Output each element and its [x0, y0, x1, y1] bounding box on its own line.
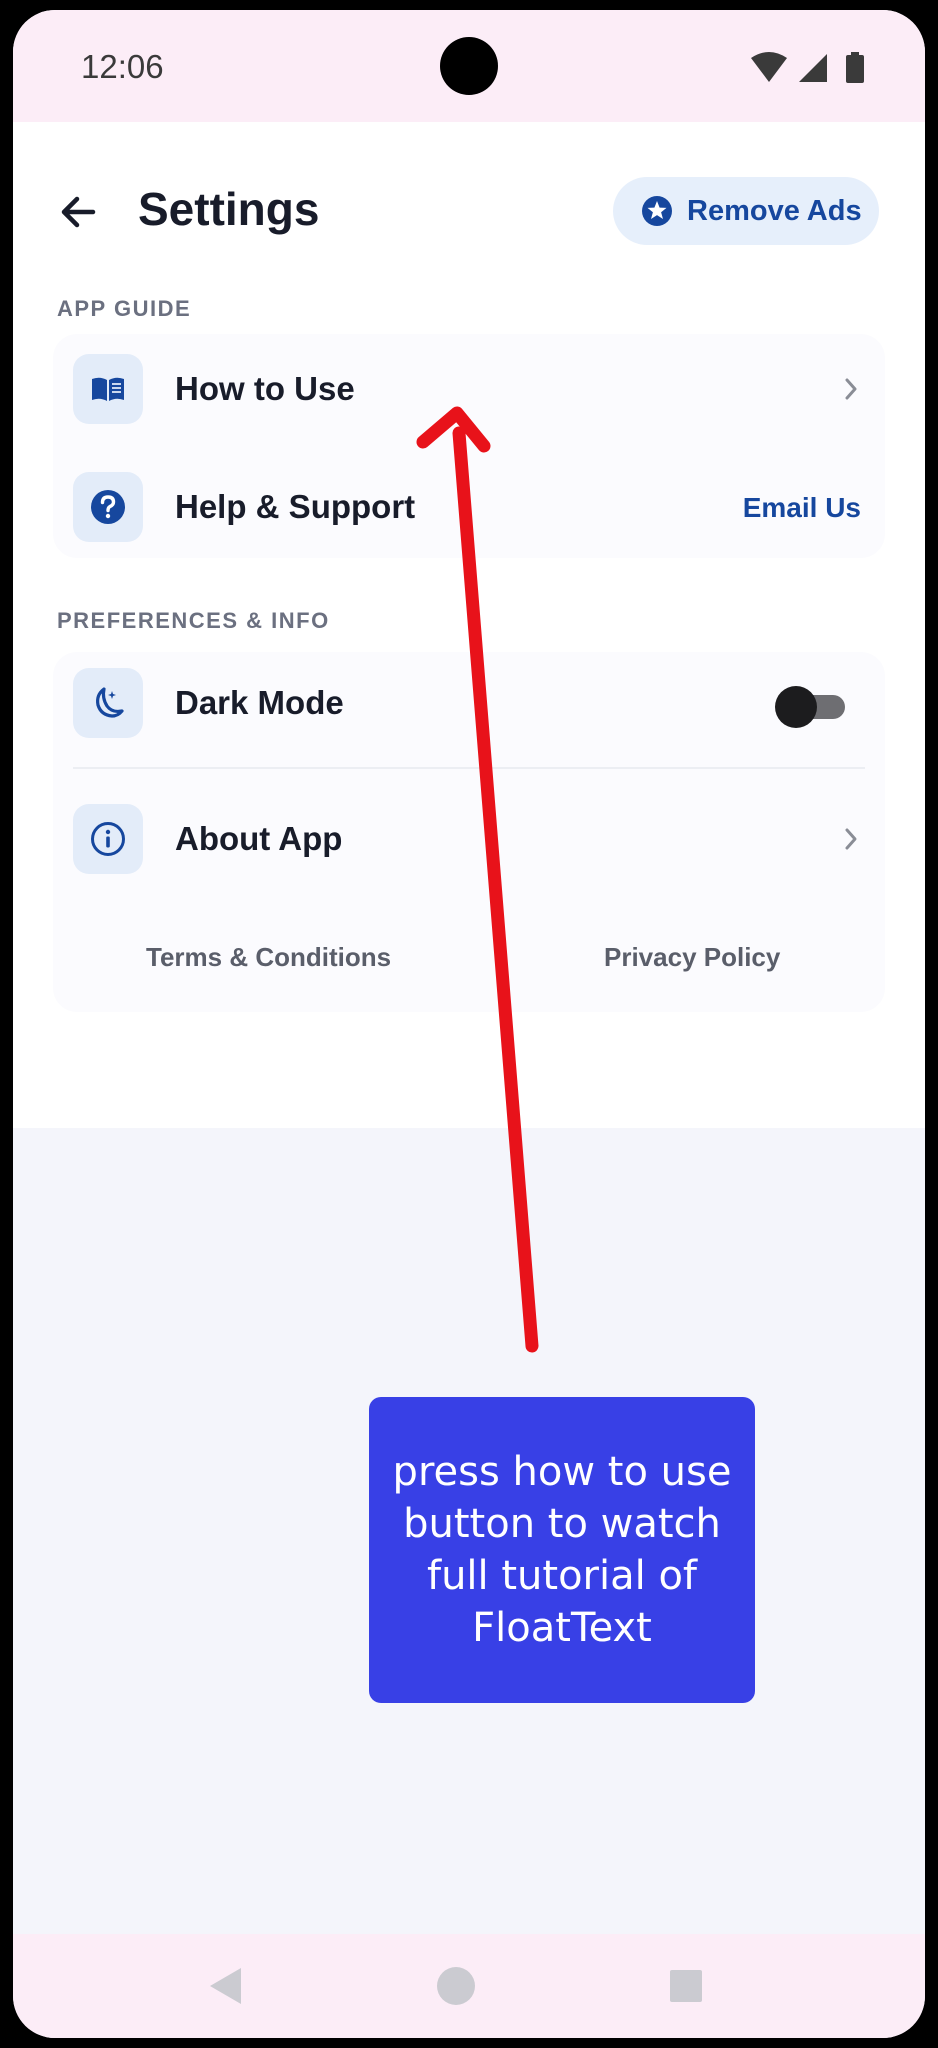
- phone-screen: 12:06 Settings Remove Ads APP GUIDE How …: [13, 10, 925, 2038]
- recents-square-icon[interactable]: [670, 1970, 702, 2002]
- nav-icons: [210, 1967, 702, 2005]
- annotation-arrow-icon: [416, 406, 539, 1353]
- home-circle-icon[interactable]: [437, 1967, 475, 2005]
- navigation-bar: [13, 1934, 925, 2038]
- back-triangle-icon[interactable]: [210, 1968, 241, 2004]
